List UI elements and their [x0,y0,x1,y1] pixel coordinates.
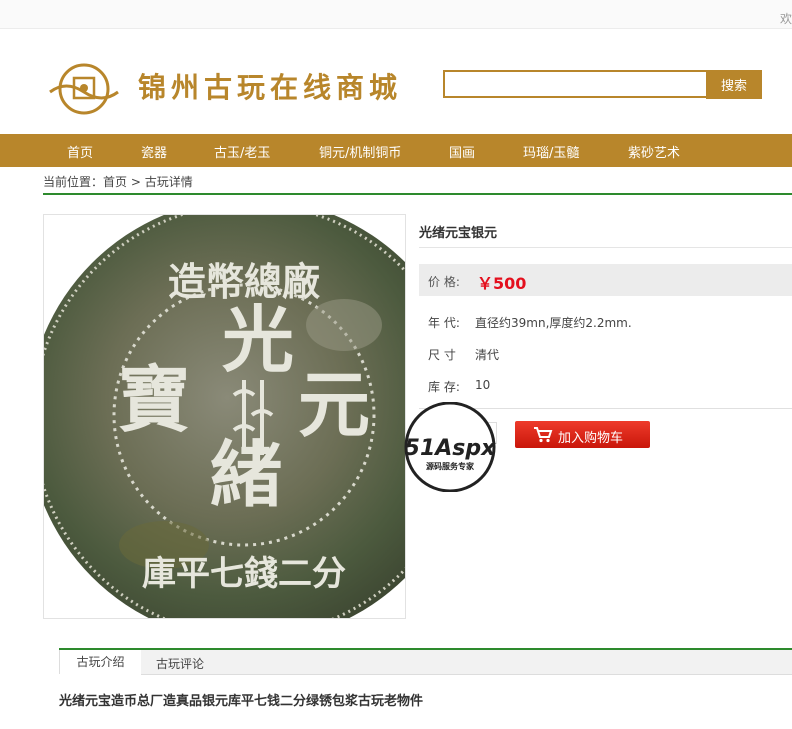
breadcrumb-home-link[interactable]: 首页 [103,175,127,189]
nav-item-jade[interactable]: 古玉/老玉 [214,142,270,161]
breadcrumb-prefix: 当前位置： [43,175,104,189]
add-to-cart-label: 加入购物车 [558,431,624,446]
attr-stock: 库 存: 10 [428,378,490,395]
price-row: 价 格: ￥500 [419,264,792,296]
nav-item-painting[interactable]: 国画 [449,142,475,161]
search-button[interactable]: 搜索 [706,70,762,99]
watermark-tagline: 源码服务专家 [426,461,475,471]
attr-size-label: 尺 寸 [428,348,456,362]
tab-comments-label: 古玩评论 [156,657,205,671]
main-nav: 首页 瓷器 古玉/老玉 铜元/机制铜币 国画 玛瑙/玉髓 紫砂艺术 [0,134,792,167]
product-image: 造幣總廠 光 寶 元 緒 庫平七錢二分 [43,214,406,619]
breadcrumb-current[interactable]: 古玩详情 [145,175,193,189]
coin-text-bottom: 庫平七錢二分 [142,554,346,594]
product-title: 光绪元宝银元 [419,226,498,241]
divider [43,193,792,195]
nav-item-zisha[interactable]: 紫砂艺术 [628,142,680,161]
nav-item-agate[interactable]: 玛瑙/玉髓 [523,142,579,161]
breadcrumb-separator: > [127,175,145,189]
site-name[interactable]: 锦州古玩在线商城 [138,66,402,106]
logo-icon[interactable] [44,62,124,116]
watermark-logo: 51Aspx 源码服务专家 [404,402,496,492]
coin-char-bao: 寶 [118,357,190,442]
nav-item-porcelain[interactable]: 瓷器 [141,142,167,161]
tab-comments[interactable]: 古玩评论 [141,650,792,675]
shopping-cart-icon [534,427,553,443]
attr-size: 尺 寸 清代 [428,346,499,363]
coin-char-yuan: 元 [298,362,370,447]
watermark-brand: 51Aspx [405,436,496,461]
coin-char-guang: 光 [222,297,294,382]
search-input[interactable] [443,70,709,98]
attr-stock-label: 库 存: [428,380,460,394]
price-label: 价 格: [428,275,460,289]
top-bar: 欢 [0,0,792,29]
attr-stock-value: 10 [475,378,491,392]
title-divider [419,247,792,248]
add-to-cart-button[interactable]: 加入购物车 [515,421,650,448]
attr-era-label: 年 代: [428,316,460,330]
breadcrumb: 当前位置：首页 > 古玩详情 [43,173,193,190]
nav-item-coins[interactable]: 铜元/机制铜币 [319,142,401,161]
nav-item-home[interactable]: 首页 [67,142,93,161]
attr-era: 年 代: 直径约39mn,厚度约2.2mm. [428,314,632,331]
silver-coin-image: 造幣總廠 光 寶 元 緒 庫平七錢二分 [44,215,405,618]
attr-era-value: 直径约39mn,厚度约2.2mm. [475,316,632,330]
product-description: 光绪元宝造币总厂造真品银元库平七钱二分绿锈包浆古玩老物件 [59,694,424,709]
price-value: ￥500 [477,274,527,293]
attr-size-value: 清代 [475,348,500,362]
tab-intro[interactable]: 古玩介绍 [59,650,142,674]
welcome-text: 欢 [779,12,792,26]
